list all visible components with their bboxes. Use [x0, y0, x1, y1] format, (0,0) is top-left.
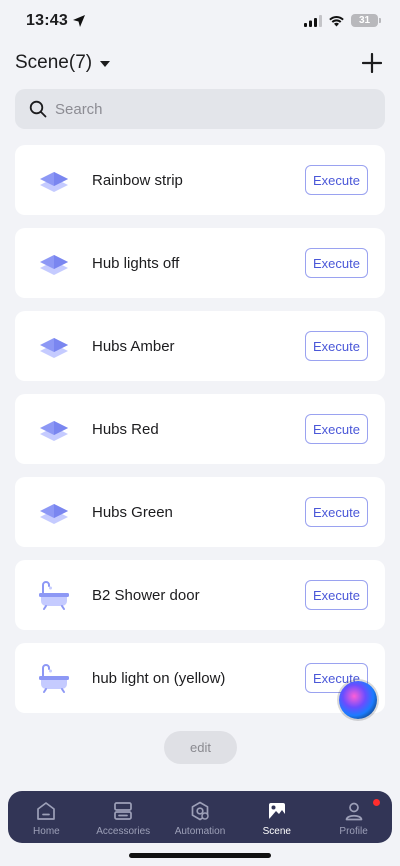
scene-card[interactable]: Hubs Red Execute: [15, 394, 385, 464]
accessories-icon: [114, 802, 133, 820]
execute-button[interactable]: Execute: [305, 165, 368, 195]
execute-button[interactable]: Execute: [305, 248, 368, 278]
scene-name: Hubs Amber: [92, 337, 175, 355]
tab-accessories[interactable]: Accessories: [85, 791, 162, 843]
automation-icon: [191, 801, 209, 821]
scene-name: hub light on (yellow): [92, 669, 226, 687]
tab-home-label: Home: [33, 826, 60, 837]
cellular-signal-icon: [304, 14, 322, 27]
execute-button[interactable]: Execute: [305, 414, 368, 444]
siri-icon[interactable]: [339, 681, 377, 719]
scene-name: Hubs Red: [92, 420, 159, 438]
tab-accessories-label: Accessories: [96, 826, 151, 837]
edit-button[interactable]: edit: [164, 731, 237, 764]
scene-card[interactable]: Hub lights off Execute: [15, 228, 385, 298]
scene-card[interactable]: B2 Shower door Execute: [15, 560, 385, 630]
scene-card[interactable]: hub light on (yellow) Execute: [15, 643, 385, 713]
execute-button[interactable]: Execute: [305, 331, 368, 361]
scene-name: Rainbow strip: [92, 171, 183, 189]
layers-icon: [40, 338, 68, 358]
search-icon: [29, 100, 47, 118]
profile-icon: [345, 802, 362, 821]
scene-card[interactable]: Hubs Green Execute: [15, 477, 385, 547]
notification-badge: [372, 799, 380, 806]
layers-icon: [40, 255, 68, 275]
page-title: Scene(7): [15, 52, 93, 73]
search-input[interactable]: Search: [15, 89, 385, 129]
tab-scene-label: Scene: [262, 826, 291, 837]
tab-scene[interactable]: Scene: [238, 791, 315, 843]
scene-card[interactable]: Hubs Amber Execute: [15, 311, 385, 381]
status-bar: 13:43 31: [0, 0, 400, 44]
execute-button[interactable]: Execute: [305, 580, 368, 610]
tab-profile[interactable]: Profile: [315, 791, 392, 843]
layers-icon: [40, 504, 68, 524]
execute-button[interactable]: Execute: [305, 497, 368, 527]
battery-level: 31: [358, 15, 371, 26]
scene-name: Hub lights off: [92, 254, 180, 272]
tab-automation-label: Automation: [174, 826, 226, 837]
home-indicator[interactable]: [129, 853, 271, 858]
location-arrow-icon: [73, 15, 85, 27]
tab-bar: Home Accessories Automation Scene Profil…: [8, 791, 392, 843]
scene-name: Hubs Green: [92, 503, 173, 521]
chevron-down-icon: [100, 61, 111, 67]
bathtub-icon: [39, 664, 69, 693]
home-icon: [37, 802, 56, 820]
status-time: 13:43: [26, 12, 68, 29]
scene-icon: [268, 803, 285, 819]
scene-name: B2 Shower door: [92, 586, 200, 604]
add-scene-button[interactable]: [362, 53, 382, 73]
scene-card[interactable]: Rainbow strip Execute: [15, 145, 385, 215]
wifi-icon: [329, 15, 344, 26]
scene-count-dropdown[interactable]: Scene(7): [15, 52, 111, 74]
scene-list: Rainbow strip Execute Hub lights off Execu…: [15, 145, 385, 726]
tab-automation[interactable]: Automation: [162, 791, 239, 843]
tab-home[interactable]: Home: [8, 791, 85, 843]
tab-profile-label: Profile: [339, 826, 368, 837]
bathtub-icon: [39, 581, 69, 610]
search-placeholder: Search: [55, 100, 103, 118]
layers-icon: [40, 172, 68, 192]
battery-icon: 31: [351, 14, 381, 27]
layers-icon: [40, 421, 68, 441]
